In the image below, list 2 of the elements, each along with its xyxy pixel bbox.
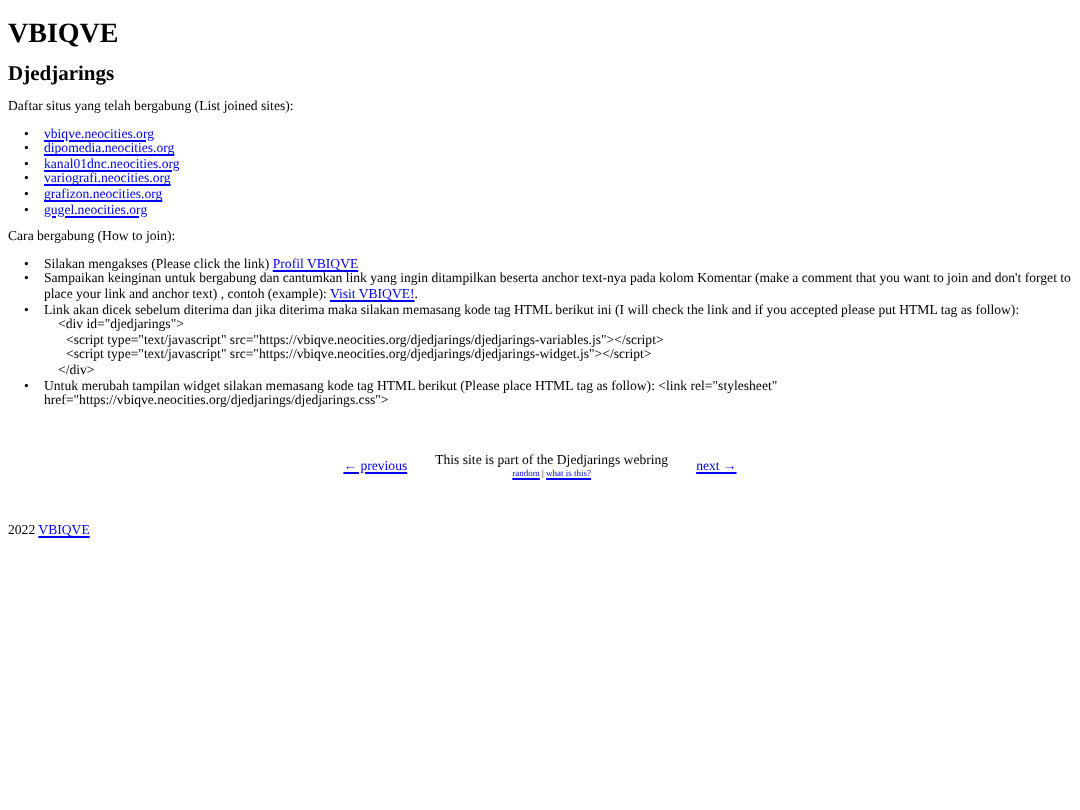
site-title: VBIQVE	[8, 20, 121, 52]
page-heading: Djedjarings	[8, 64, 117, 88]
